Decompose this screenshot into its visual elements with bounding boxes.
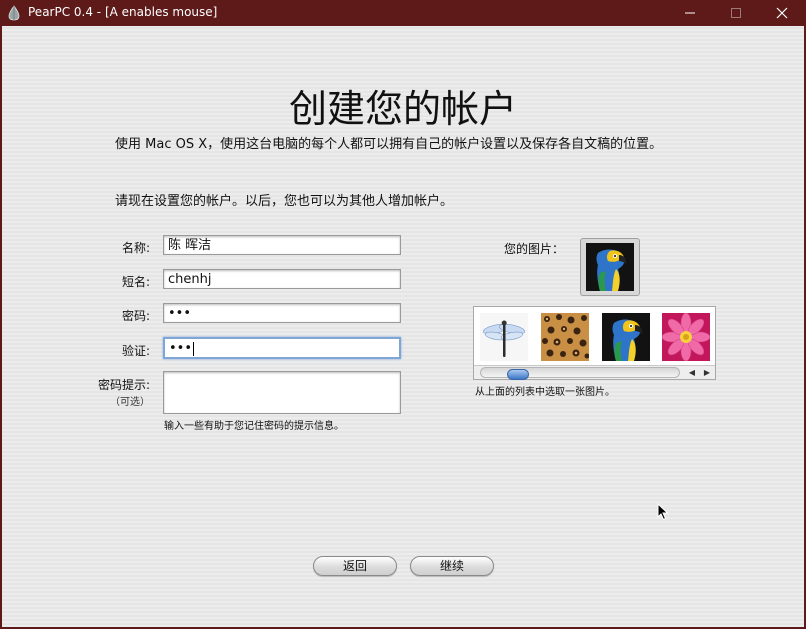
- text-caret: [193, 341, 195, 356]
- scroll-right-arrow-icon[interactable]: ▶: [700, 367, 714, 378]
- page-description: 使用 Mac OS X，使用这台电脑的每个人都可以拥有自己的帐户设置以及保存各自…: [115, 137, 663, 152]
- verify-field-value: •••: [169, 341, 193, 356]
- mouse-pointer-icon: [657, 503, 669, 521]
- name-field-value: 陈 晖洁: [168, 238, 212, 253]
- dragonfly-image: [480, 313, 528, 361]
- parrot-thumb-image: [602, 313, 650, 361]
- maximize-icon: [731, 8, 741, 18]
- password-label: 密码:: [121, 309, 150, 323]
- name-field[interactable]: 陈 晖洁: [163, 235, 401, 255]
- window-titlebar[interactable]: PearPC 0.4 - [A enables mouse]: [0, 0, 806, 26]
- flower-image: [661, 312, 711, 362]
- picture-option-parrot[interactable]: [602, 313, 650, 361]
- selected-picture-well[interactable]: [580, 238, 640, 296]
- window-title: PearPC 0.4 - [A enables mouse]: [28, 5, 218, 19]
- pearpc-app-icon: [8, 5, 20, 21]
- picture-option-flower[interactable]: [661, 312, 711, 362]
- minimize-button[interactable]: [667, 0, 713, 26]
- setup-assistant-pane: 创建您的帐户 使用 Mac OS X，使用这台电脑的每个人都可以拥有自己的帐户设…: [2, 26, 804, 627]
- password-hint-field[interactable]: [163, 371, 401, 414]
- minimize-icon: [685, 12, 695, 14]
- name-label: 名称:: [121, 241, 150, 255]
- short-name-field-value: chenhj: [168, 272, 212, 287]
- scroll-left-arrow-icon[interactable]: ◀: [685, 367, 699, 378]
- picture-picker[interactable]: ◀ ▶: [473, 306, 716, 380]
- continue-button[interactable]: 继续: [410, 556, 494, 576]
- close-button[interactable]: [759, 0, 805, 26]
- short-name-label: 短名:: [121, 275, 150, 289]
- picture-picker-scrollbar[interactable]: ◀ ▶: [474, 365, 715, 380]
- scroll-track[interactable]: [480, 367, 680, 380]
- password-field-value: •••: [168, 306, 192, 321]
- maximize-button[interactable]: [713, 0, 759, 26]
- verify-password-field[interactable]: •••: [163, 337, 401, 359]
- leopard-image: [541, 313, 590, 361]
- picture-option-dragonfly[interactable]: [480, 313, 528, 361]
- picture-option-leopard[interactable]: [541, 313, 590, 361]
- password-hint-label: 密码提示:: [97, 378, 150, 392]
- picture-label: 您的图片：: [503, 242, 564, 256]
- short-name-field[interactable]: chenhj: [163, 269, 401, 289]
- password-hint-optional-label: （可选）: [110, 397, 150, 408]
- parrot-image: [586, 243, 634, 291]
- selected-picture: [586, 243, 634, 291]
- password-field[interactable]: •••: [163, 303, 401, 323]
- verify-label: 验证:: [121, 344, 150, 358]
- scroll-thumb[interactable]: [507, 369, 529, 380]
- page-instruction: 请现在设置您的帐户。以后，您也可以为其他人增加帐户。: [115, 194, 454, 209]
- password-hint-help: 输入一些有助于您记住密码的提示信息。: [164, 421, 344, 432]
- picture-picker-help: 从上面的列表中选取一张图片。: [475, 387, 615, 398]
- close-icon: [776, 7, 788, 19]
- page-title: 创建您的帐户: [288, 87, 517, 131]
- back-button[interactable]: 返回: [313, 556, 397, 576]
